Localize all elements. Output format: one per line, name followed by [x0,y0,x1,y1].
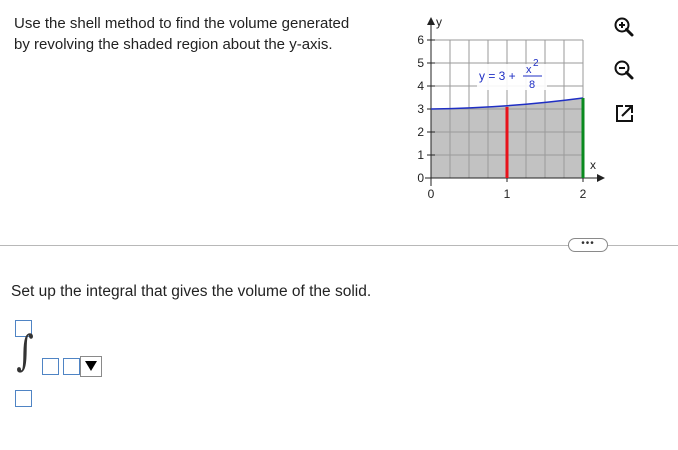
region-graph: y x 6 5 4 3 2 1 0 0 1 2 y = 3 + x 2 8 [417,15,605,201]
x-tick-2: 2 [580,187,587,201]
equation-denominator: 8 [529,79,535,91]
integral-symbol: ∫ [16,326,34,375]
y-tick-3: 3 [417,102,424,116]
x-axis-arrow [597,174,605,182]
y-tick-4: 4 [417,79,424,93]
popout-icon [616,105,633,122]
y-tick-0: 0 [417,171,424,185]
question-prompt: Set up the integral that gives the volum… [11,283,372,300]
zoom-out-button[interactable] [613,59,635,81]
problem-line-1: Use the shell method to find the volume … [14,15,350,32]
integrand-input[interactable] [42,358,59,375]
problem-line-2: by revolving the shaded region about the… [14,36,333,53]
equation-lhs: y = 3 + [479,69,516,83]
popout-button[interactable] [614,103,636,125]
equation-numerator: x [526,64,532,76]
y-axis-arrow [427,17,435,25]
zoom-out-icon [614,60,634,80]
y-tick-5: 5 [417,56,424,70]
dropdown-arrow-icon [85,361,97,371]
x-tick-0: 0 [428,187,435,201]
y-axis-label: y [436,15,442,29]
x-tick-1: 1 [504,187,511,201]
x-axis-label: x [590,158,596,172]
differential-dropdown[interactable] [80,356,102,377]
zoom-in-icon [614,17,634,37]
problem-statement: Use the shell method to find the volume … [14,13,394,55]
integrand-input-2[interactable] [63,358,80,375]
lower-limit-input[interactable] [15,390,32,407]
equation-exponent: 2 [533,58,539,69]
y-tick-6: 6 [417,33,424,47]
more-options-button[interactable]: ••• [568,238,608,252]
y-tick-1: 1 [417,148,424,162]
y-tick-2: 2 [417,125,424,139]
zoom-in-button[interactable] [613,16,635,38]
